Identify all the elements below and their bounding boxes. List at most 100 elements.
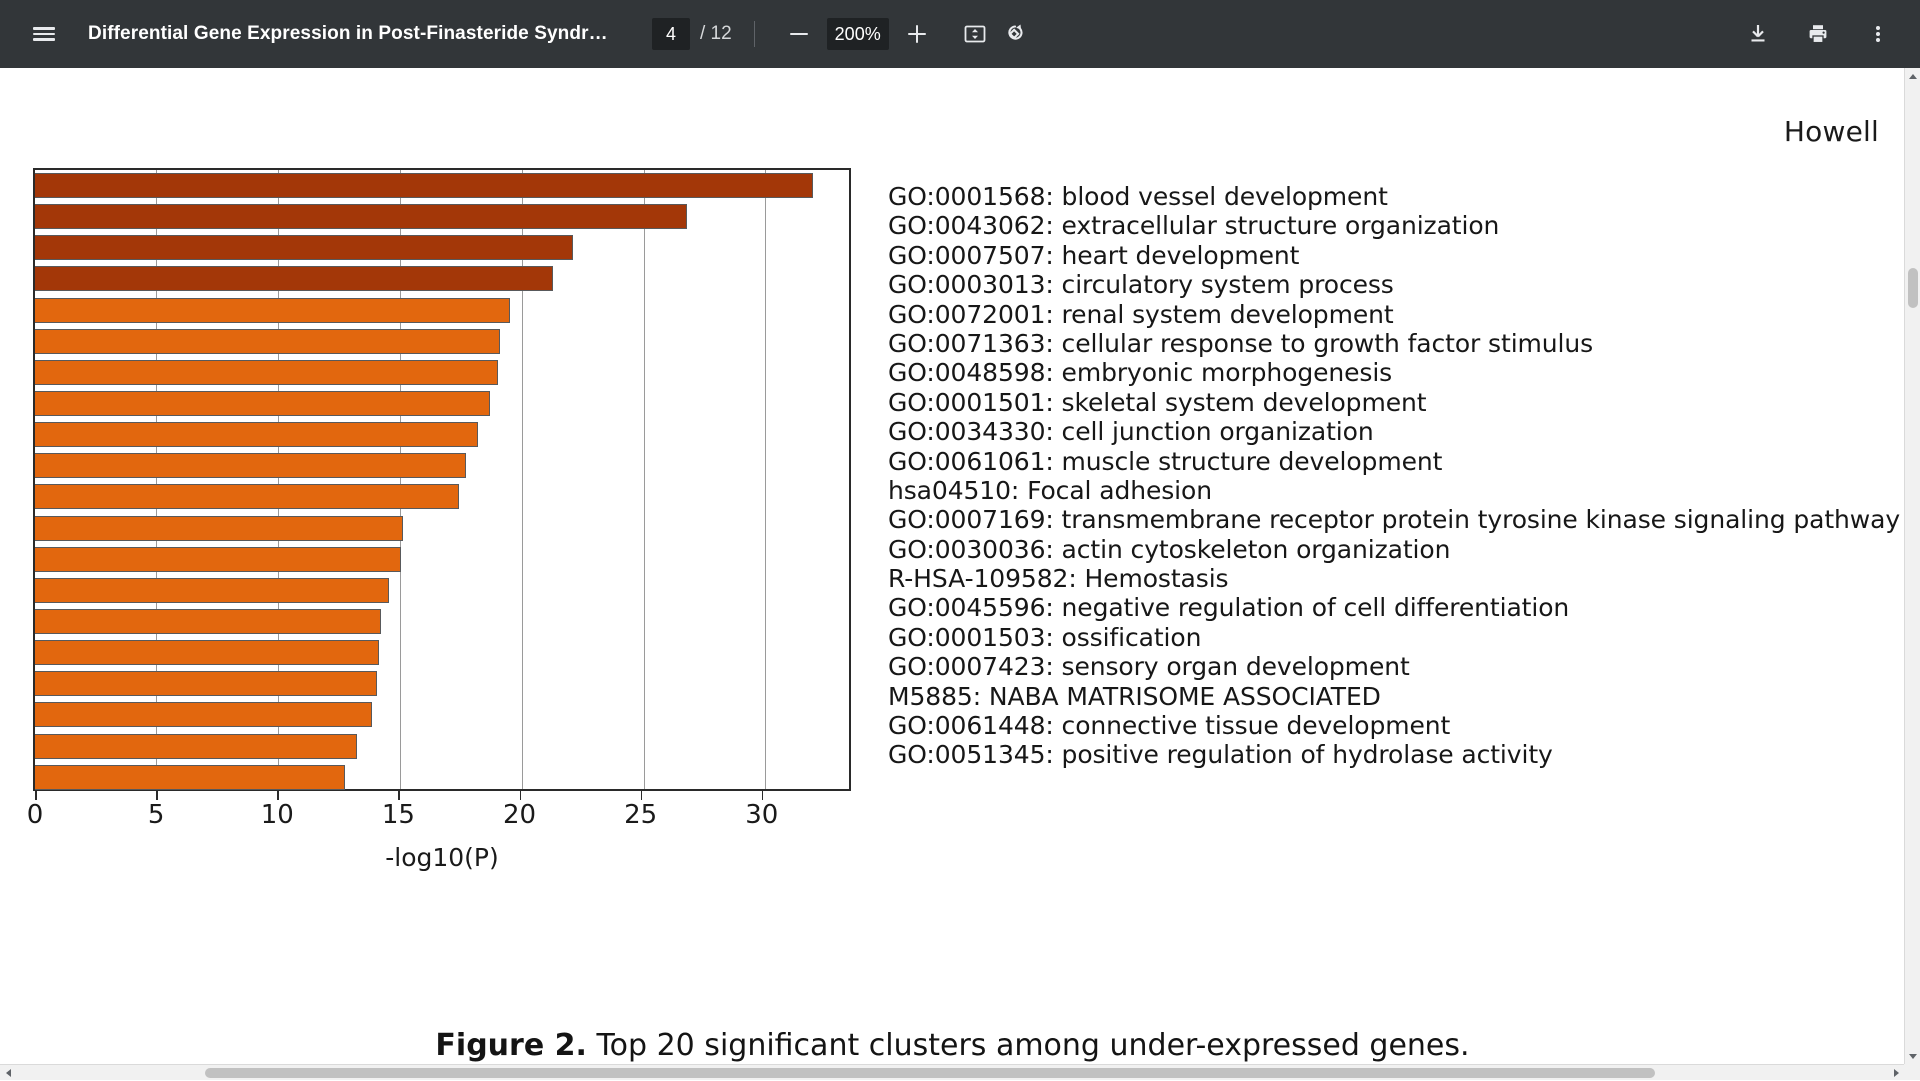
plus-icon <box>908 25 926 43</box>
scroll-down-arrow-icon[interactable] <box>1905 1048 1920 1064</box>
category-label: GO:0061061: muscle structure development <box>888 447 1888 476</box>
bar-row <box>35 232 849 263</box>
category-label: GO:0043062: extracellular structure orga… <box>888 211 1888 240</box>
running-head: Howell <box>1784 115 1879 148</box>
bar-row <box>35 388 849 419</box>
bars-container <box>35 170 849 789</box>
x-axis: -log10(P) 051015202530 <box>33 791 851 821</box>
bar-row <box>35 606 849 637</box>
page-count-label: / 12 <box>700 23 732 45</box>
category-label: GO:0051345: positive regulation of hydro… <box>888 740 1888 769</box>
horizontal-scrollbar[interactable] <box>0 1064 1904 1080</box>
figure-caption-text: Top 20 significant clusters among under-… <box>596 1028 1469 1063</box>
x-axis-tick <box>277 791 279 800</box>
x-axis-tick <box>398 791 400 800</box>
category-label: M5885: NABA MATRISOME ASSOCIATED <box>888 682 1888 711</box>
fit-to-page-button[interactable] <box>953 12 997 56</box>
x-axis-tick-label: 25 <box>624 800 657 830</box>
category-label: GO:0001503: ossification <box>888 623 1888 652</box>
bar <box>35 516 403 541</box>
bar-row <box>35 201 849 232</box>
bar <box>35 329 500 354</box>
scroll-right-arrow-icon[interactable] <box>1888 1065 1904 1081</box>
download-icon <box>1746 22 1770 46</box>
more-options-button[interactable] <box>1856 12 1900 56</box>
x-axis-tick-label: 15 <box>382 800 415 830</box>
category-label: GO:0007423: sensory organ development <box>888 652 1888 681</box>
category-label: GO:0061448: connective tissue developmen… <box>888 711 1888 740</box>
more-vertical-icon <box>1876 24 1880 45</box>
x-axis-tick <box>156 791 158 800</box>
pdf-viewer-toolbar: Differential Gene Expression in Post-Fin… <box>0 0 1920 68</box>
bar-row <box>35 668 849 699</box>
category-label: GO:0071363: cellular response to growth … <box>888 329 1888 358</box>
x-axis-tick-label: 5 <box>148 800 165 830</box>
bar <box>35 204 687 229</box>
page-number-input[interactable] <box>652 18 690 50</box>
bar <box>35 173 813 198</box>
toolbar-divider <box>754 21 755 47</box>
page-navigation: / 12 <box>652 18 732 50</box>
horizontal-scrollbar-thumb[interactable] <box>205 1068 1655 1078</box>
download-button[interactable] <box>1736 12 1780 56</box>
rotate-button[interactable] <box>997 12 1041 56</box>
bar <box>35 702 372 727</box>
category-label: GO:0007169: transmembrane receptor prote… <box>888 505 1888 534</box>
bar <box>35 266 553 291</box>
category-label: GO:0048598: embryonic morphogenesis <box>888 358 1888 387</box>
page-title: Differential Gene Expression in Post-Fin… <box>88 23 608 45</box>
bar <box>35 298 510 323</box>
print-button[interactable] <box>1796 12 1840 56</box>
category-label: GO:0001501: skeletal system development <box>888 388 1888 417</box>
bar-row <box>35 170 849 201</box>
bar-chart: -log10(P) 051015202530 GO:0001568: blood… <box>33 168 1868 821</box>
scroll-left-arrow-icon[interactable] <box>0 1065 16 1081</box>
rotate-counterclockwise-icon <box>1006 21 1032 47</box>
bar <box>35 422 478 447</box>
vertical-scrollbar-thumb[interactable] <box>1908 268 1918 308</box>
zoom-out-button[interactable] <box>777 12 821 56</box>
category-label: GO:0007507: heart development <box>888 241 1888 270</box>
category-label: GO:0030036: actin cytoskeleton organizat… <box>888 535 1888 564</box>
bar <box>35 235 573 260</box>
bar-row <box>35 762 849 793</box>
figure-caption-prefix: Figure 2. <box>435 1028 586 1063</box>
bar <box>35 640 379 665</box>
bar <box>35 578 389 603</box>
bar-row <box>35 295 849 326</box>
minus-icon <box>790 33 808 35</box>
bar <box>35 765 345 790</box>
category-labels: GO:0001568: blood vessel developmentGO:0… <box>888 182 1888 770</box>
category-label: GO:0003013: circulatory system process <box>888 270 1888 299</box>
x-axis-tick <box>641 791 643 800</box>
bar-row <box>35 544 849 575</box>
category-label: GO:0034330: cell junction organization <box>888 417 1888 446</box>
category-label: R-HSA-109582: Hemostasis <box>888 564 1888 593</box>
x-axis-tick-label: 10 <box>261 800 294 830</box>
zoom-controls: 200% <box>777 12 939 56</box>
x-axis-title: -log10(P) <box>385 843 499 872</box>
zoom-level-input[interactable]: 200% <box>827 18 889 50</box>
bar-row <box>35 637 849 668</box>
bar-row <box>35 450 849 481</box>
vertical-scrollbar[interactable] <box>1904 68 1920 1080</box>
x-axis-tick <box>35 791 37 800</box>
bar <box>35 391 490 416</box>
pdf-page: Howell -log10(P) 051015202530 GO:0001568… <box>0 68 1905 1053</box>
hamburger-menu-icon[interactable] <box>22 12 66 56</box>
bar <box>35 453 466 478</box>
bar <box>35 547 401 572</box>
bar-row <box>35 699 849 730</box>
print-icon <box>1806 22 1830 46</box>
x-axis-tick-label: 30 <box>745 800 778 830</box>
bar-row <box>35 731 849 762</box>
bar-row <box>35 326 849 357</box>
bar-row <box>35 419 849 450</box>
x-axis-tick-label: 0 <box>27 800 44 830</box>
scroll-up-arrow-icon[interactable] <box>1905 68 1920 84</box>
zoom-in-button[interactable] <box>895 12 939 56</box>
category-label: hsa04510: Focal adhesion <box>888 476 1888 505</box>
pdf-page-viewport[interactable]: Howell -log10(P) 051015202530 GO:0001568… <box>0 68 1920 1080</box>
category-label: GO:0001568: blood vessel development <box>888 182 1888 211</box>
bar <box>35 671 377 696</box>
